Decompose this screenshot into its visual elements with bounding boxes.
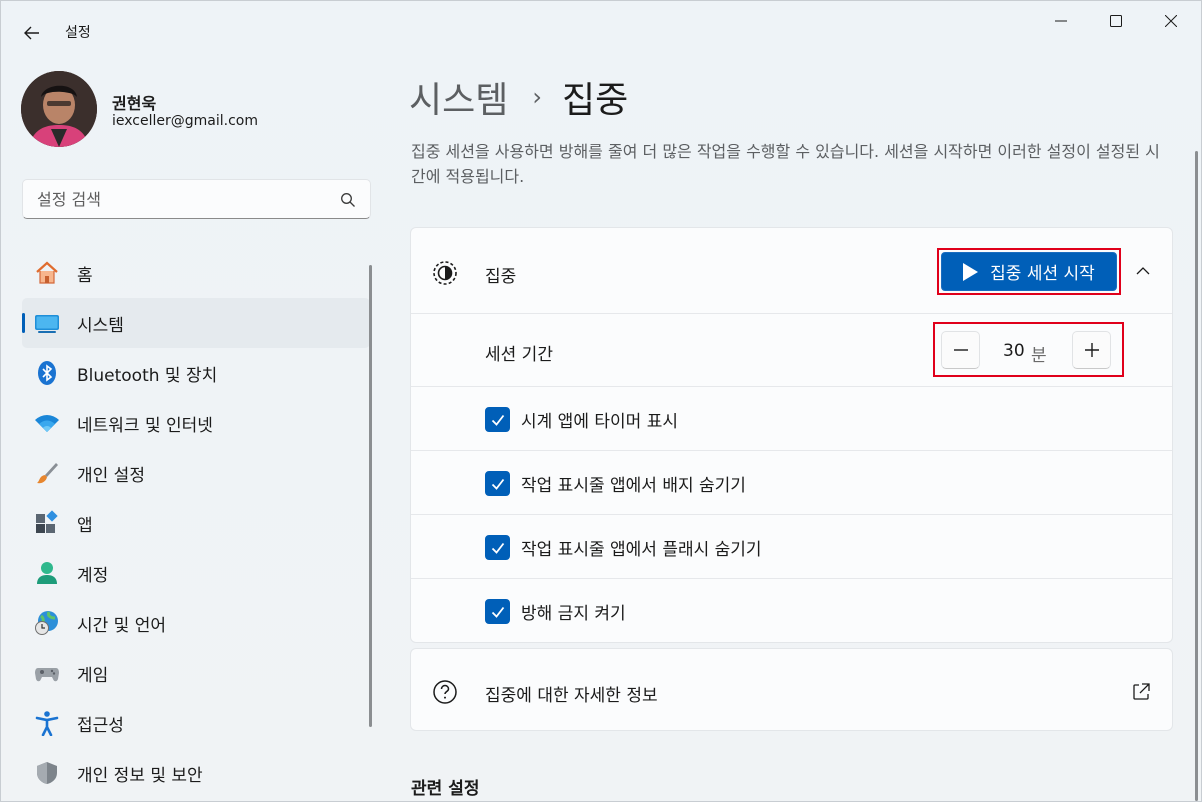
sidebar-item-label: 시간 및 언어: [77, 615, 167, 636]
focus-info-label: 집중에 대한 자세한 정보: [485, 686, 658, 706]
sidebar-item-privacy[interactable]: 개인 정보 및 보안: [22, 748, 370, 798]
option-row-flashing: 작업 표시줄 앱에서 플래시 숨기기: [411, 514, 1172, 578]
settings-window: 설정 권현욱 iexceller@gmail.com 설정 검색 홈 시스템 B…: [0, 0, 1202, 802]
sidebar-item-network[interactable]: 네트워크 및 인터넷: [22, 398, 370, 448]
app-title: 설정: [65, 25, 91, 41]
session-duration-row: 세션 기간 30 분: [411, 313, 1172, 387]
sidebar-item-gaming[interactable]: 게임: [22, 648, 370, 698]
user-name: 권현욱: [112, 94, 157, 113]
sidebar-item-time-language[interactable]: 시간 및 언어: [22, 598, 370, 648]
checkmark-icon: [491, 414, 504, 426]
sidebar-item-label: 접근성: [77, 715, 124, 736]
option-label: 작업 표시줄 앱에서 플래시 숨기기: [521, 540, 762, 560]
maximize-icon: [1110, 15, 1122, 27]
sidebar-item-bluetooth[interactable]: Bluetooth 및 장치: [22, 348, 370, 398]
search-icon[interactable]: [340, 192, 356, 208]
focus-header-row[interactable]: 집중 집중 세션 시작: [411, 228, 1172, 314]
gamepad-icon: [34, 660, 60, 686]
focus-info-link-card[interactable]: 집중에 대한 자세한 정보: [410, 648, 1173, 731]
option-label: 방해 금지 켜기: [521, 604, 626, 624]
decrease-duration-button[interactable]: [941, 331, 980, 369]
search-box[interactable]: [22, 179, 371, 219]
session-duration-value: 30: [1003, 341, 1025, 361]
maximize-button[interactable]: [1096, 9, 1136, 33]
apps-icon: [34, 510, 60, 536]
increase-duration-button[interactable]: [1072, 331, 1111, 369]
home-icon: [34, 260, 60, 286]
breadcrumb-separator: ›: [532, 83, 542, 111]
brush-icon: [34, 460, 60, 486]
minus-icon: [953, 349, 968, 351]
main-scrollbar[interactable]: [1195, 151, 1198, 801]
sidebar-item-label: Bluetooth 및 장치: [77, 365, 218, 386]
focus-label: 집중: [485, 267, 517, 287]
avatar-photo: [21, 71, 97, 147]
user-email: iexceller@gmail.com: [112, 113, 258, 129]
checkbox-show-timer[interactable]: [485, 407, 510, 432]
sidebar-item-label: 게임: [77, 665, 109, 686]
start-focus-session-label: 집중 세션 시작: [990, 264, 1095, 284]
checkbox-hide-badges[interactable]: [485, 471, 510, 496]
page-title: 집중: [561, 80, 629, 121]
sidebar-item-label: 네트워크 및 인터넷: [77, 415, 213, 436]
close-button[interactable]: [1151, 9, 1191, 33]
breadcrumb: 시스템 › 집중: [409, 71, 628, 123]
sidebar-item-personalization[interactable]: 개인 설정: [22, 448, 370, 498]
back-button[interactable]: [19, 21, 45, 45]
avatar[interactable]: [21, 71, 97, 147]
play-icon: [963, 262, 979, 281]
sidebar-scrollbar[interactable]: [369, 265, 372, 727]
page-description: 집중 세션을 사용하면 방해를 줄여 더 많은 작업을 수행할 수 있습니다. …: [411, 142, 1160, 186]
shield-icon: [34, 760, 60, 786]
external-link-icon: [1133, 683, 1150, 700]
title-bar: 설정: [1, 1, 1201, 61]
account-icon: [34, 560, 60, 586]
option-label: 시계 앱에 타이머 표시: [521, 412, 678, 432]
help-icon: [433, 680, 457, 704]
plus-icon: [1084, 343, 1099, 357]
breadcrumb-parent[interactable]: 시스템: [409, 71, 508, 123]
start-focus-session-button[interactable]: 집중 세션 시작: [941, 252, 1117, 291]
option-row-dnd: 방해 금지 켜기: [411, 578, 1172, 642]
sidebar-item-system[interactable]: 시스템: [22, 298, 370, 348]
search-input[interactable]: [37, 188, 327, 210]
option-row-timer: 시계 앱에 타이머 표시: [411, 386, 1172, 450]
minimize-icon: [1055, 20, 1067, 22]
option-row-badges: 작업 표시줄 앱에서 배지 숨기기: [411, 450, 1172, 514]
globe-clock-icon: [34, 610, 60, 636]
sidebar-nav: 홈 시스템 Bluetooth 및 장치 네트워크 및 인터넷 개인 설정 앱 …: [22, 248, 370, 798]
checkmark-icon: [491, 606, 504, 618]
sidebar-item-apps[interactable]: 앱: [22, 498, 370, 548]
back-arrow-icon: [24, 26, 39, 40]
sidebar-item-label: 홈: [77, 265, 93, 286]
sidebar-item-label: 개인 정보 및 보안: [77, 765, 203, 786]
system-icon: [34, 310, 60, 336]
close-icon: [1165, 15, 1177, 27]
session-duration-unit: 분: [1031, 346, 1047, 366]
related-settings-heading: 관련 설정: [411, 779, 480, 799]
sidebar-item-accessibility[interactable]: 접근성: [22, 698, 370, 748]
checkbox-hide-flashing[interactable]: [485, 535, 510, 560]
checkmark-icon: [491, 478, 504, 490]
minimize-button[interactable]: [1041, 9, 1081, 33]
sidebar-item-label: 계정: [77, 565, 109, 586]
sidebar-item-label: 개인 설정: [77, 465, 145, 486]
checkbox-do-not-disturb[interactable]: [485, 599, 510, 624]
sidebar-item-label: 앱: [77, 515, 93, 536]
chevron-up-icon[interactable]: [1133, 261, 1153, 281]
sidebar-item-accounts[interactable]: 계정: [22, 548, 370, 598]
sidebar-item-home[interactable]: 홈: [22, 248, 370, 298]
focus-card: 집중 집중 세션 시작 세션 기간 30 분 시계 앱에 타이머 표시 작업 표…: [410, 227, 1173, 643]
option-label: 작업 표시줄 앱에서 배지 숨기기: [521, 476, 746, 496]
wifi-icon: [34, 410, 60, 436]
sidebar-item-label: 시스템: [77, 315, 124, 336]
checkmark-icon: [491, 542, 504, 554]
session-duration-label: 세션 기간: [485, 345, 553, 365]
accessibility-icon: [34, 710, 60, 736]
bluetooth-icon: [34, 360, 60, 386]
focus-icon: [433, 261, 457, 285]
